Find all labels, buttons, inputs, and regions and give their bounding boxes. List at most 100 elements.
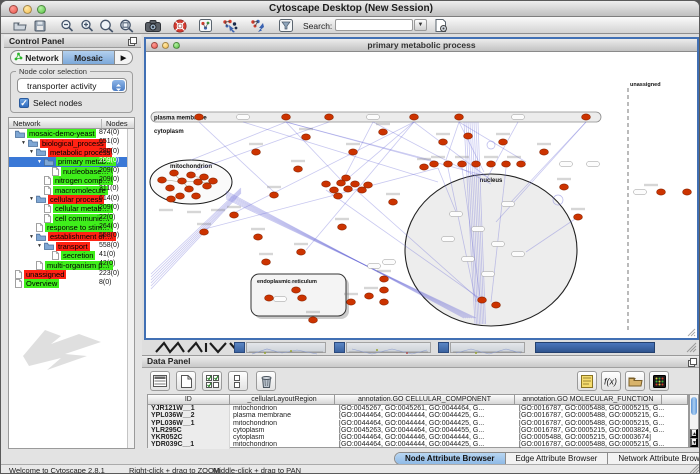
tree-row[interactable]: nucleobase-containing209(0): [9, 167, 127, 176]
gene-node[interactable]: [380, 299, 389, 305]
canvas-resize-grip[interactable]: [688, 329, 695, 336]
select-nodes-checkbox[interactable]: ✓: [19, 98, 29, 108]
gene-node[interactable]: [410, 114, 419, 120]
gene-node[interactable]: [167, 196, 176, 202]
gene-node[interactable]: [380, 276, 389, 282]
minimized-network-preview[interactable]: [152, 341, 240, 354]
tree-col-nodes[interactable]: Nodes: [101, 119, 128, 128]
scroll-up-button[interactable]: ▲: [690, 429, 698, 438]
table-row[interactable]: YJR121W__1mitochondrion[GO:0045267, GO:0…: [148, 405, 688, 412]
gene-node-small[interactable]: [502, 202, 515, 207]
gene-node[interactable]: [200, 229, 209, 235]
tree-row[interactable]: ▼metabolic process280(0): [9, 148, 127, 157]
gene-node-small[interactable]: [482, 272, 495, 277]
minimized-window-icon[interactable]: [334, 342, 345, 353]
gene-node[interactable]: [309, 317, 318, 323]
tree-row[interactable]: multi-organism process42(0): [9, 260, 127, 269]
expander-icon[interactable]: ▼: [29, 149, 35, 155]
gene-node[interactable]: [338, 224, 347, 230]
gene-node[interactable]: [430, 161, 439, 167]
gene-node[interactable]: [158, 177, 167, 183]
gene-node[interactable]: [389, 199, 398, 205]
minimized-window-bar[interactable]: [246, 342, 326, 353]
gene-node-small[interactable]: [472, 227, 485, 232]
gene-node-small[interactable]: [560, 162, 573, 167]
tree-row[interactable]: secretion41(0): [9, 251, 127, 260]
gene-node[interactable]: [302, 134, 311, 140]
gene-node[interactable]: [455, 114, 464, 120]
tree-row[interactable]: cell communication22(0): [9, 214, 127, 223]
tree-row[interactable]: cellular metabolic209(0): [9, 204, 127, 213]
tree-row[interactable]: unassigned223(0): [9, 270, 127, 279]
tree-scrollbar[interactable]: [127, 129, 134, 448]
unselect-all-attributes-icon[interactable]: [228, 371, 248, 391]
gene-node[interactable]: [282, 114, 291, 120]
gene-node-small[interactable]: [512, 252, 525, 257]
expander-icon[interactable]: ▼: [37, 243, 43, 249]
gene-node[interactable]: [487, 161, 496, 167]
gene-node[interactable]: [492, 302, 501, 308]
function-builder-icon[interactable]: f(x): [601, 371, 621, 391]
export-network-icon[interactable]: [249, 18, 266, 33]
tree-row[interactable]: ▼transport558(0): [9, 242, 127, 251]
gene-node[interactable]: [254, 234, 263, 240]
gene-node[interactable]: [380, 287, 389, 293]
gene-node[interactable]: [657, 189, 666, 195]
gene-node[interactable]: [347, 299, 356, 305]
save-icon[interactable]: [31, 18, 48, 33]
view-window-titlebar[interactable]: primary metabolic process: [146, 39, 697, 52]
minimized-window-icon[interactable]: [438, 342, 449, 353]
window-resize-grip[interactable]: [690, 464, 700, 474]
tab-network[interactable]: Network: [11, 51, 63, 64]
float-panel-icon[interactable]: [128, 37, 137, 48]
gene-node-small[interactable]: [383, 260, 396, 265]
gene-node[interactable]: [178, 178, 187, 184]
gene-node-small[interactable]: [462, 257, 475, 262]
strip-resize-grip[interactable]: [686, 342, 697, 353]
gene-node[interactable]: [185, 186, 194, 192]
gene-node[interactable]: [444, 161, 453, 167]
gene-node[interactable]: [166, 185, 175, 191]
tree-row[interactable]: nitrogen compound209(0): [9, 176, 127, 185]
gene-node[interactable]: [478, 297, 487, 303]
tree-row[interactable]: ▼primary metabolic process209(0): [9, 157, 127, 166]
gene-node[interactable]: [330, 187, 339, 193]
expander-icon[interactable]: ▼: [37, 159, 43, 165]
select-attributes-icon[interactable]: [150, 371, 170, 391]
tree-row[interactable]: Overview8(0): [9, 279, 127, 288]
zoom-in-icon[interactable]: [78, 18, 95, 33]
tree-row[interactable]: mosaic-demo-yeast874(0): [9, 129, 127, 138]
minimized-window-bar[interactable]: [450, 342, 525, 353]
gene-node-small[interactable]: [512, 115, 525, 120]
tree-col-network[interactable]: Network: [13, 119, 41, 128]
scroll-down-button[interactable]: ▼: [690, 438, 698, 447]
node-color-select[interactable]: transporter activity: [17, 78, 127, 93]
import-attributes-icon[interactable]: [625, 371, 645, 391]
tree-row[interactable]: ▼cellular process614(0): [9, 195, 127, 204]
gene-node[interactable]: [292, 287, 301, 293]
gene-node-small[interactable]: [634, 190, 647, 195]
tab-mosaic[interactable]: Mosaic: [63, 51, 115, 64]
table-row[interactable]: YPL036W__1mitochondrion[GO:0044464, GO:0…: [148, 420, 688, 427]
window-titlebar[interactable]: Cytoscape Desktop (New Session): [1, 1, 700, 17]
tree-row[interactable]: macromolecule311(0): [9, 185, 127, 194]
gene-node-small[interactable]: [442, 237, 455, 242]
gene-node[interactable]: [472, 161, 481, 167]
open-icon[interactable]: [11, 18, 28, 33]
zoom-fit-icon[interactable]: [118, 18, 135, 33]
gene-node[interactable]: [379, 129, 388, 135]
gene-node[interactable]: [342, 175, 351, 181]
tab-node-attribute-browser[interactable]: Node Attribute Browser: [395, 453, 506, 464]
gene-node[interactable]: [464, 133, 473, 139]
gene-node-small[interactable]: [237, 115, 250, 120]
gene-node-small[interactable]: [450, 212, 463, 217]
minimized-window-icon[interactable]: [234, 342, 245, 353]
gene-node[interactable]: [517, 161, 526, 167]
help-icon[interactable]: [171, 18, 188, 33]
table-row[interactable]: YDR039C__1mitochondrion[GO:0044464, GO:0…: [148, 441, 688, 448]
select-all-attributes-icon[interactable]: [202, 371, 222, 391]
float-panel-icon[interactable]: [688, 358, 697, 369]
table-scrollbar[interactable]: ▲ ▼: [689, 394, 699, 448]
vizmapper-icon[interactable]: [197, 18, 214, 33]
column-header[interactable]: _cellularLayoutRegion: [230, 395, 336, 405]
